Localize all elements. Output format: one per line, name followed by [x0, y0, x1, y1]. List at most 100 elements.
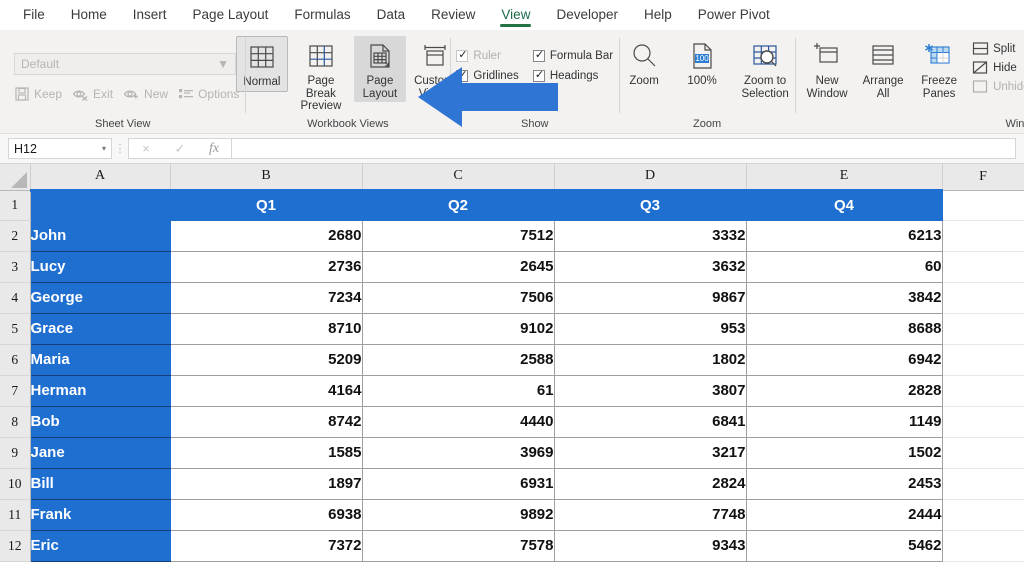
cell-a1[interactable] [30, 190, 170, 220]
cell-f1[interactable] [942, 190, 1024, 220]
keep-button[interactable]: Keep [14, 86, 62, 102]
cell-f4[interactable] [942, 282, 1024, 313]
cell-a12[interactable]: Eric [30, 530, 170, 561]
insert-function-button[interactable]: fx [197, 141, 231, 157]
cell-e8[interactable]: 1149 [746, 406, 942, 437]
cell-d12[interactable]: 9343 [554, 530, 746, 561]
cell-e10[interactable]: 2453 [746, 468, 942, 499]
tab-view[interactable]: View [488, 3, 543, 28]
cell-f7[interactable] [942, 375, 1024, 406]
cell-c5[interactable]: 9102 [362, 313, 554, 344]
row-header-12[interactable]: 12 [0, 530, 30, 561]
tab-developer[interactable]: Developer [543, 3, 631, 28]
zoom-100-button[interactable]: 100 100% [676, 36, 728, 90]
cell-f12[interactable] [942, 530, 1024, 561]
cell-b8[interactable]: 8742 [170, 406, 362, 437]
cell-f10[interactable] [942, 468, 1024, 499]
row-header-10[interactable]: 10 [0, 468, 30, 499]
cell-e9[interactable]: 1502 [746, 437, 942, 468]
cell-d7[interactable]: 3807 [554, 375, 746, 406]
new-sheet-view-button[interactable]: New [123, 87, 168, 101]
new-window-button[interactable]: New Window [801, 36, 853, 102]
cell-a3[interactable]: Lucy [30, 251, 170, 282]
cell-c12[interactable]: 7578 [362, 530, 554, 561]
row-header-2[interactable]: 2 [0, 220, 30, 251]
select-all-corner[interactable] [0, 164, 30, 190]
cell-b5[interactable]: 8710 [170, 313, 362, 344]
zoom-to-selection-button[interactable]: Zoom to Selection [734, 36, 796, 102]
cell-b3[interactable]: 2736 [170, 251, 362, 282]
cell-a7[interactable]: Herman [30, 375, 170, 406]
cell-b2[interactable]: 2680 [170, 220, 362, 251]
formula-bar-checkbox-row[interactable]: Formula Bar [533, 50, 613, 62]
headings-checkbox-row[interactable]: Headings [533, 70, 613, 82]
tab-data[interactable]: Data [364, 3, 419, 28]
cell-e2[interactable]: 6213 [746, 220, 942, 251]
tab-review[interactable]: Review [418, 3, 488, 28]
cell-b11[interactable]: 6938 [170, 499, 362, 530]
cell-e7[interactable]: 2828 [746, 375, 942, 406]
cell-d2[interactable]: 3332 [554, 220, 746, 251]
cancel-formula-button[interactable]: × [129, 141, 163, 156]
column-header-e[interactable]: E [746, 164, 942, 190]
cell-f8[interactable] [942, 406, 1024, 437]
gridlines-checkbox-row[interactable]: Gridlines [456, 70, 518, 82]
cell-c8[interactable]: 4440 [362, 406, 554, 437]
cell-a4[interactable]: George [30, 282, 170, 313]
cell-a6[interactable]: Maria [30, 344, 170, 375]
cell-f5[interactable] [942, 313, 1024, 344]
split-button[interactable]: Split [969, 40, 1024, 57]
cell-c3[interactable]: 2645 [362, 251, 554, 282]
cell-b12[interactable]: 7372 [170, 530, 362, 561]
chevron-down-icon[interactable]: ▾ [102, 144, 106, 153]
cell-e6[interactable]: 6942 [746, 344, 942, 375]
cell-d5[interactable]: 953 [554, 313, 746, 344]
cell-e4[interactable]: 3842 [746, 282, 942, 313]
cell-c4[interactable]: 7506 [362, 282, 554, 313]
cell-b1[interactable]: Q1 [170, 190, 362, 220]
cell-f2[interactable] [942, 220, 1024, 251]
column-header-a[interactable]: A [30, 164, 170, 190]
tab-page-layout[interactable]: Page Layout [180, 3, 282, 28]
cell-a5[interactable]: Grace [30, 313, 170, 344]
cell-d4[interactable]: 9867 [554, 282, 746, 313]
options-button[interactable]: Options [178, 87, 239, 101]
tab-file[interactable]: File [10, 3, 58, 28]
cell-c9[interactable]: 3969 [362, 437, 554, 468]
cell-e12[interactable]: 5462 [746, 530, 942, 561]
cell-f6[interactable] [942, 344, 1024, 375]
row-header-3[interactable]: 3 [0, 251, 30, 282]
row-header-9[interactable]: 9 [0, 437, 30, 468]
unhide-button[interactable]: Unhide [969, 78, 1024, 95]
cell-a11[interactable]: Frank [30, 499, 170, 530]
cell-a10[interactable]: Bill [30, 468, 170, 499]
cell-e1[interactable]: Q4 [746, 190, 942, 220]
cell-d3[interactable]: 3632 [554, 251, 746, 282]
cell-d6[interactable]: 1802 [554, 344, 746, 375]
tab-home[interactable]: Home [58, 3, 120, 28]
name-box[interactable]: H12 ▾ [8, 138, 112, 159]
tab-power-pivot[interactable]: Power Pivot [685, 3, 783, 28]
cell-c7[interactable]: 61 [362, 375, 554, 406]
cell-c1[interactable]: Q2 [362, 190, 554, 220]
cell-c6[interactable]: 2588 [362, 344, 554, 375]
tab-help[interactable]: Help [631, 3, 685, 28]
row-header-7[interactable]: 7 [0, 375, 30, 406]
cell-f3[interactable] [942, 251, 1024, 282]
arrange-all-button[interactable]: Arrange All [857, 36, 909, 102]
page-layout-button[interactable]: Page Layout [354, 36, 406, 102]
exit-button[interactable]: Exit [72, 87, 113, 101]
formula-bar-checkbox[interactable] [533, 50, 545, 62]
cell-d9[interactable]: 3217 [554, 437, 746, 468]
cell-e11[interactable]: 2444 [746, 499, 942, 530]
row-header-1[interactable]: 1 [0, 190, 30, 220]
cell-e3[interactable]: 60 [746, 251, 942, 282]
cell-b4[interactable]: 7234 [170, 282, 362, 313]
cell-d10[interactable]: 2824 [554, 468, 746, 499]
column-header-b[interactable]: B [170, 164, 362, 190]
cell-c2[interactable]: 7512 [362, 220, 554, 251]
tab-insert[interactable]: Insert [120, 3, 180, 28]
cell-b10[interactable]: 1897 [170, 468, 362, 499]
gridlines-checkbox[interactable] [456, 70, 468, 82]
cell-a2[interactable]: John [30, 220, 170, 251]
